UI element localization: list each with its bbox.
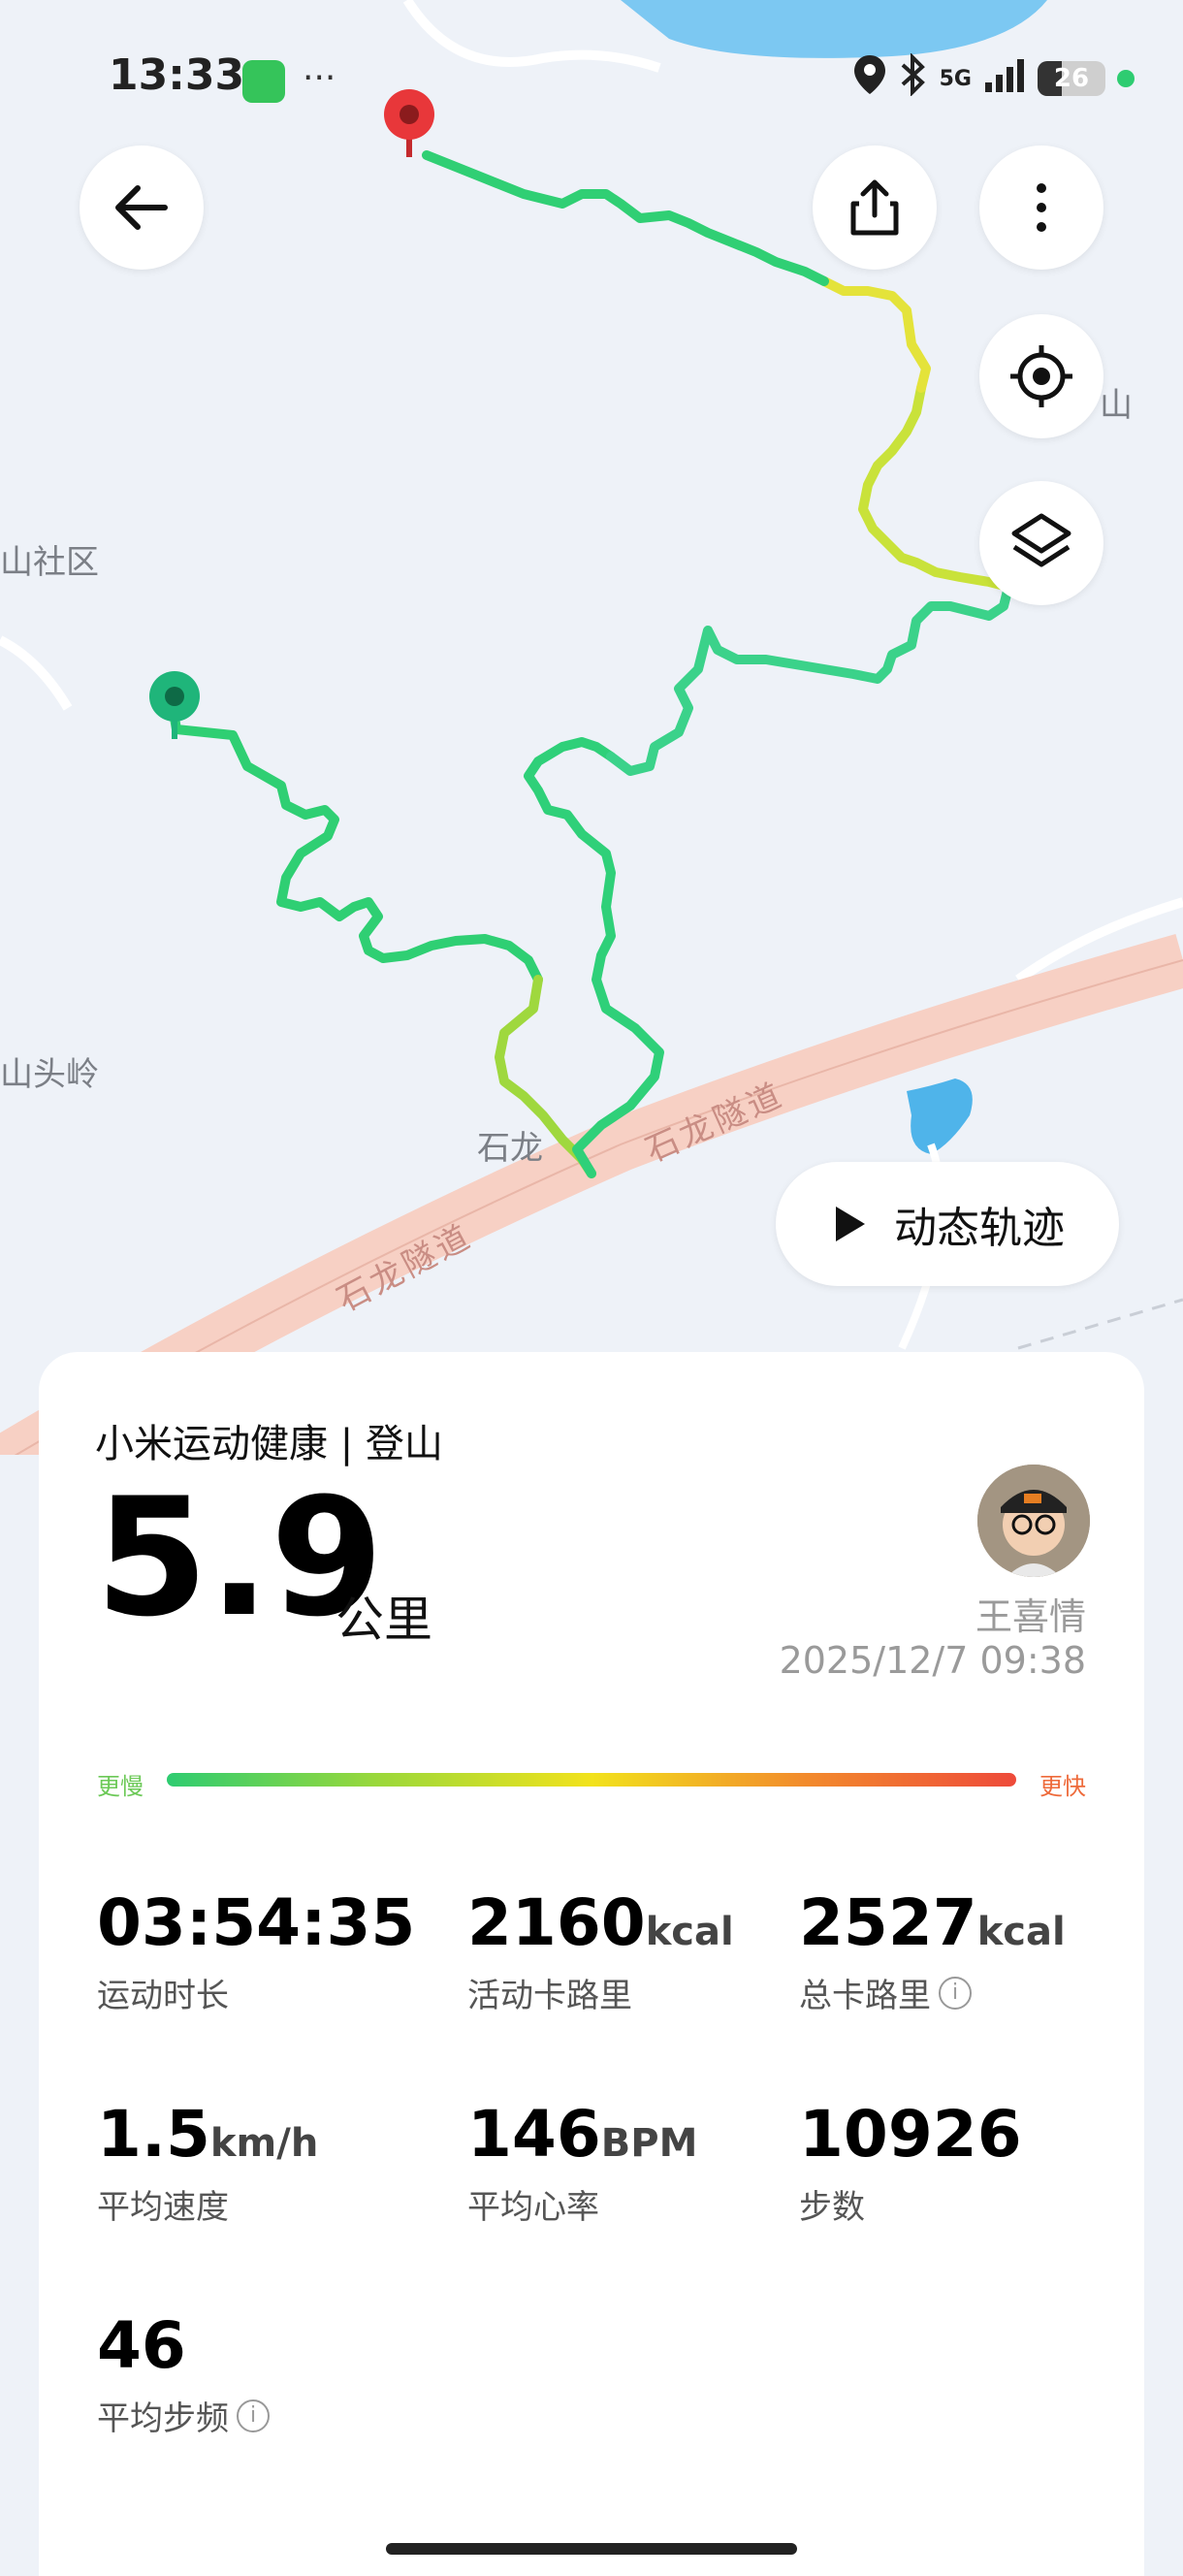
map-label-ridge: 山头岭 bbox=[0, 1055, 99, 1094]
share-button[interactable] bbox=[813, 145, 937, 270]
bluetooth-icon bbox=[899, 52, 928, 104]
back-arrow-icon bbox=[115, 185, 168, 230]
map-label-village: 石龙 bbox=[477, 1129, 543, 1168]
privacy-dot bbox=[1117, 70, 1135, 87]
stat-avg-speed: 1.5km/h 平均速度 bbox=[97, 2097, 319, 2228]
home-indicator[interactable] bbox=[386, 2543, 797, 2555]
play-icon bbox=[836, 1207, 865, 1241]
stat-active-calories: 2160kcal 活动卡路里 bbox=[467, 1885, 734, 2016]
stat-avg-cadence: 46 平均步频 i bbox=[97, 2314, 270, 2439]
pace-slow-label: 更慢 bbox=[97, 1773, 144, 1800]
pace-fast-label: 更快 bbox=[1039, 1773, 1086, 1800]
total-calories-info-icon[interactable]: i bbox=[939, 1976, 972, 2010]
activity-date: 2025/12/7 09:38 bbox=[779, 1639, 1086, 1682]
map-label-mountain: 山 bbox=[1100, 386, 1133, 425]
back-button[interactable] bbox=[80, 145, 204, 270]
dynamic-track-button[interactable]: 动态轨迹 bbox=[776, 1162, 1119, 1286]
locate-button[interactable] bbox=[979, 314, 1103, 438]
layers-button[interactable] bbox=[979, 481, 1103, 605]
signal-icon bbox=[983, 55, 1026, 102]
pace-gradient-bar bbox=[167, 1773, 1016, 1787]
layers-icon bbox=[1011, 513, 1071, 567]
stat-total-calories: 2527kcal 总卡路里 i bbox=[799, 1885, 1066, 2016]
user-name: 王喜情 bbox=[975, 1595, 1086, 1638]
network-label: 5G bbox=[939, 66, 972, 91]
distance-unit: 公里 bbox=[336, 1592, 432, 1648]
location-icon bbox=[852, 53, 887, 104]
card-title: 小米运动健康 | 登山 bbox=[95, 1422, 443, 1466]
stat-duration: 03:54:35 运动时长 bbox=[97, 1885, 416, 2016]
summary-card: 小米运动健康 | 登山 5.9 公里 王喜情 2025/12/7 09:38 更… bbox=[39, 1352, 1144, 2576]
locate-target-icon bbox=[1010, 345, 1072, 407]
app-notification-icon bbox=[242, 60, 285, 103]
status-time: 13:33 bbox=[109, 50, 245, 100]
stat-steps: 10926 步数 bbox=[799, 2097, 1022, 2228]
more-notifications-icon: ··· bbox=[303, 58, 336, 98]
dynamic-track-label: 动态轨迹 bbox=[894, 1204, 1065, 1253]
more-button[interactable] bbox=[979, 145, 1103, 270]
status-right: 5G 26 bbox=[852, 52, 1135, 104]
stat-avg-heart-rate: 146BPM 平均心率 bbox=[467, 2097, 698, 2228]
avatar[interactable] bbox=[977, 1465, 1090, 1577]
share-icon bbox=[850, 179, 899, 236]
map-label-community: 山社区 bbox=[0, 543, 99, 582]
more-vertical-icon bbox=[1037, 183, 1046, 232]
battery-icon: 26 bbox=[1038, 61, 1105, 96]
cadence-info-icon[interactable]: i bbox=[237, 2399, 270, 2432]
